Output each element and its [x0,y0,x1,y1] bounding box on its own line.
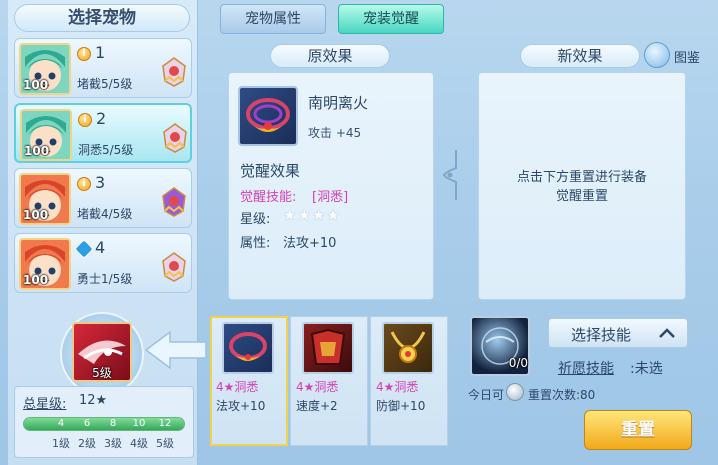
chevron-up-icon [657,325,677,341]
star-rating-value: ★★★★ [283,206,341,224]
pet-skill-text: 堵截5/5级 [77,77,133,91]
crown-icon [222,322,274,374]
divider-ornament-icon [440,150,462,200]
level-tick-label: 3级 [104,437,122,450]
select-skill-button[interactable]: 选择技能 [548,318,688,348]
pet-portrait: 100 [19,173,71,225]
daily-reset-label: 今日可 [468,388,505,402]
pet-portrait: 100 [19,43,71,95]
star-tick-label: 6 [83,418,91,429]
pet-index: 1 [95,43,106,62]
level-tick-label: 1级 [52,437,70,450]
pet-level: 100 [23,273,49,287]
awaken-skill-value: [洞悉] [312,190,349,205]
tab-pet-attributes[interactable]: 宠物属性 [220,4,326,34]
pet-list-item[interactable]: 100 i 2 洞悉5/5级 [14,103,192,163]
pet-panel-title: 选择宠物 [14,4,190,32]
awaken-effect-title: 觉醒效果 [240,162,301,180]
star-total-panel: 总星级: 12★ 4 6 8 10 12 1级 2级 3级 4级 5级 [14,386,194,458]
attribute-value: 法攻+10 [283,236,337,251]
wish-skill-label[interactable]: 祈愿技能 [558,358,614,378]
star-total-label[interactable]: 总星级: [23,393,66,412]
slot-stat-text: 防御+10 [376,399,426,413]
star-tick-label: 12 [158,418,172,429]
pet-index: 4 [95,238,106,257]
pet-list-item[interactable]: 100 i 1 堵截5/5级 [14,38,192,98]
book-icon [644,42,670,68]
pet-level: 100 [23,208,49,222]
awaken-skill-label: 觉醒技能: [240,190,297,205]
slot-skill-text: 4★洞悉 [376,380,419,394]
pet-skill-text: 洞悉5/5级 [78,143,134,157]
wish-skill-value: :未选 [630,361,663,377]
pet-portrait: 100 [20,109,72,161]
new-effect-hint: 点击下方重置进行装备 觉醒重置 [478,168,686,206]
reset-button[interactable]: 重置 [584,410,692,450]
star-tick-label: 10 [132,418,146,429]
blue-diamond-badge-icon [74,239,94,259]
star-rating-label: 星级: [240,212,271,227]
reset-item-count: 0/0 [508,356,528,370]
level-tick-label: 4级 [130,437,148,450]
gold-i-badge-icon: i [77,47,91,61]
new-effect-hint-line1: 点击下方重置进行装备 [516,170,647,185]
star-total-value: 12★ [79,393,108,408]
star-tick-label: 4 [57,418,65,429]
crest-icon [162,123,188,153]
select-skill-label: 选择技能 [571,326,632,344]
slot-stat-text: 法攻+10 [216,399,266,413]
pet-level: 100 [24,144,50,158]
original-equip-stat: 攻击 +45 [308,126,362,140]
daily-reset-count: 重置次数:80 [528,388,596,402]
slot-skill-text: 4★洞悉 [296,380,339,394]
pet-level: 100 [23,78,49,92]
pet-skill-level: 5级 [92,366,112,380]
armor-icon [302,322,354,374]
attribute-label: 属性: [240,236,271,251]
atlas-button[interactable]: 图鉴 [644,42,716,70]
gold-i-badge-icon: i [77,177,91,191]
original-equip-name: 南明离火 [308,94,369,112]
slot-skill-text: 4★洞悉 [216,380,259,394]
level-tick-label: 5级 [156,437,174,450]
pet-list-item[interactable]: 100 i 3 堵截4/5级 [14,168,192,228]
crest-icon [161,187,187,217]
original-equip-icon [238,86,298,146]
pet-portrait: 100 [19,238,71,290]
crest-icon [161,57,187,87]
tab-pet-equip-awaken[interactable]: 宠装觉醒 [338,4,444,34]
pet-index: 3 [95,173,106,192]
token-icon [506,383,524,401]
arrow-left-icon [144,330,208,370]
new-effect-hint-line2: 觉醒重置 [555,189,608,204]
atlas-label: 图鉴 [674,51,701,66]
new-effect-title: 新效果 [520,44,640,68]
gold-i-badge-icon: i [78,113,92,127]
necklace-icon [382,322,434,374]
pet-index: 2 [96,109,107,128]
pet-skill-text: 堵截4/5级 [77,207,133,221]
slot-stat-text: 速度+2 [296,399,338,413]
level-tick-label: 2级 [78,437,96,450]
star-tick-label: 8 [109,418,117,429]
pet-skill-text: 勇士1/5级 [77,272,133,286]
crest-icon [161,252,187,282]
original-effect-title: 原效果 [270,44,390,68]
pet-list-item[interactable]: 100 4 勇士1/5级 [14,233,192,293]
